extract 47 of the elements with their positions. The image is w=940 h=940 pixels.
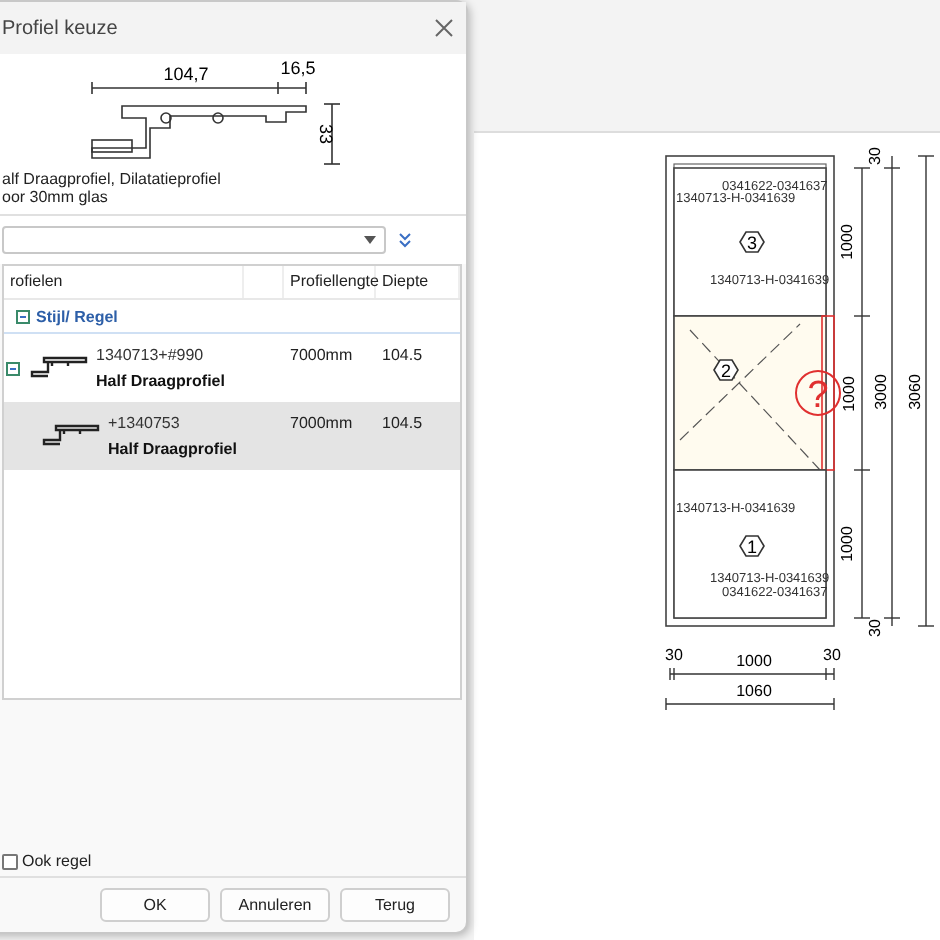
column-header[interactable]: Diepte [376, 266, 460, 298]
ook-regel-checkbox[interactable]: Ook regel [0, 852, 466, 878]
table-cell-text: 104.5 [380, 412, 425, 436]
dimension-text: 30 [665, 646, 683, 664]
dimension-text: 30 [866, 147, 884, 165]
table-cell-text: 7000mm [288, 344, 355, 368]
dimension-text: 104,7 [163, 64, 209, 84]
profile-name: Half Draagprofiel [108, 440, 237, 458]
collapse-icon[interactable] [16, 309, 30, 323]
dimension-text: 33 [316, 124, 336, 144]
profile-code: +1340753 [108, 414, 182, 432]
dimension-text: 3060 [906, 374, 924, 410]
dimension-text: 1000 [840, 376, 858, 412]
profile-description: alf Draagprofiel, Dilatatieprofiel oor 30mm glas [2, 170, 221, 206]
profile-row[interactable]: +1340753 Half Draagprofiel 7000mm 104.5 [4, 402, 460, 470]
profile-thumbnail-icon [28, 354, 88, 382]
close-icon[interactable] [434, 18, 454, 38]
column-header[interactable]: Profiellengte [284, 266, 376, 298]
dimension-text: 1000 [838, 224, 856, 260]
dialog-button[interactable]: Terug [340, 888, 450, 922]
panel-number-marker: 2 [713, 359, 739, 381]
panel-number-marker: 3 [739, 231, 765, 253]
profile-thumbnail-icon [40, 422, 100, 450]
dialog-button[interactable]: OK [100, 888, 210, 922]
checkbox[interactable] [2, 853, 18, 869]
dimension-line [323, 103, 341, 165]
caret-icon [364, 236, 376, 244]
dimension-text: 30 [866, 619, 884, 637]
profile-code: 1340713+#990 [96, 346, 206, 364]
dimension-text: 1000 [838, 526, 856, 562]
dimension-text: 1000 [736, 652, 772, 670]
dimension-text: 1060 [736, 682, 772, 700]
table-cell-text: 104.5 [380, 344, 425, 368]
dimension-text: 3000 [872, 374, 890, 410]
dimension-text: 16,5 [280, 58, 316, 78]
column-header[interactable]: rofielen [4, 266, 244, 298]
dialog-title: Profiel keuze [2, 17, 118, 39]
double-chevron-icon[interactable] [398, 232, 412, 248]
group-label[interactable]: Stijl/ Regel [36, 307, 118, 325]
dimension-text: 30 [823, 646, 841, 664]
table-cell-text: 7000mm [288, 412, 355, 436]
profile-row[interactable]: 1340713+#990 Half Draagprofiel 7000mm 104.5 [4, 334, 460, 402]
collapse-icon[interactable] [6, 362, 20, 376]
profile-name: Half Draagprofiel [96, 372, 225, 390]
dialog-button[interactable]: Annuleren [220, 888, 330, 922]
panel-number-marker: 1 [739, 535, 765, 557]
checkbox-label: Ook regel [22, 852, 92, 870]
